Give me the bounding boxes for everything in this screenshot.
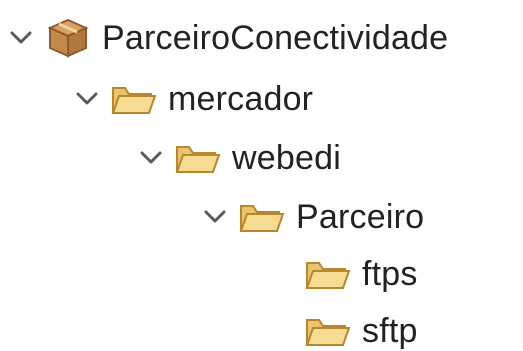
folder-open-icon — [304, 309, 352, 351]
folder-open-icon — [238, 195, 286, 239]
tree-node-project[interactable]: ParceiroConectividade — [2, 8, 448, 68]
folder-label: sftp — [362, 312, 418, 350]
folder-label: mercador — [168, 80, 314, 118]
folder-open-icon — [110, 77, 158, 121]
project-explorer-tree: ParceiroConectividade mercador webedi Pa… — [0, 0, 523, 351]
tree-node-mercador[interactable]: mercador — [68, 69, 313, 129]
project-label: ParceiroConectividade — [102, 19, 449, 57]
folder-open-icon — [304, 252, 352, 296]
chevron-down-icon[interactable] — [2, 8, 40, 68]
chevron-down-icon[interactable] — [132, 128, 170, 188]
folder-open-icon — [174, 136, 222, 180]
folder-label: webedi — [232, 139, 341, 177]
project-icon — [44, 16, 92, 60]
tree-node-ftps[interactable]: ftps — [262, 244, 418, 304]
folder-label: Parceiro — [296, 198, 425, 236]
tree-node-sftp[interactable]: sftp — [262, 301, 418, 351]
chevron-down-icon[interactable] — [68, 69, 106, 129]
chevron-down-icon[interactable] — [196, 187, 234, 247]
folder-label: ftps — [362, 255, 418, 293]
tree-node-parceiro[interactable]: Parceiro — [196, 187, 424, 247]
tree-node-webedi[interactable]: webedi — [132, 128, 341, 188]
